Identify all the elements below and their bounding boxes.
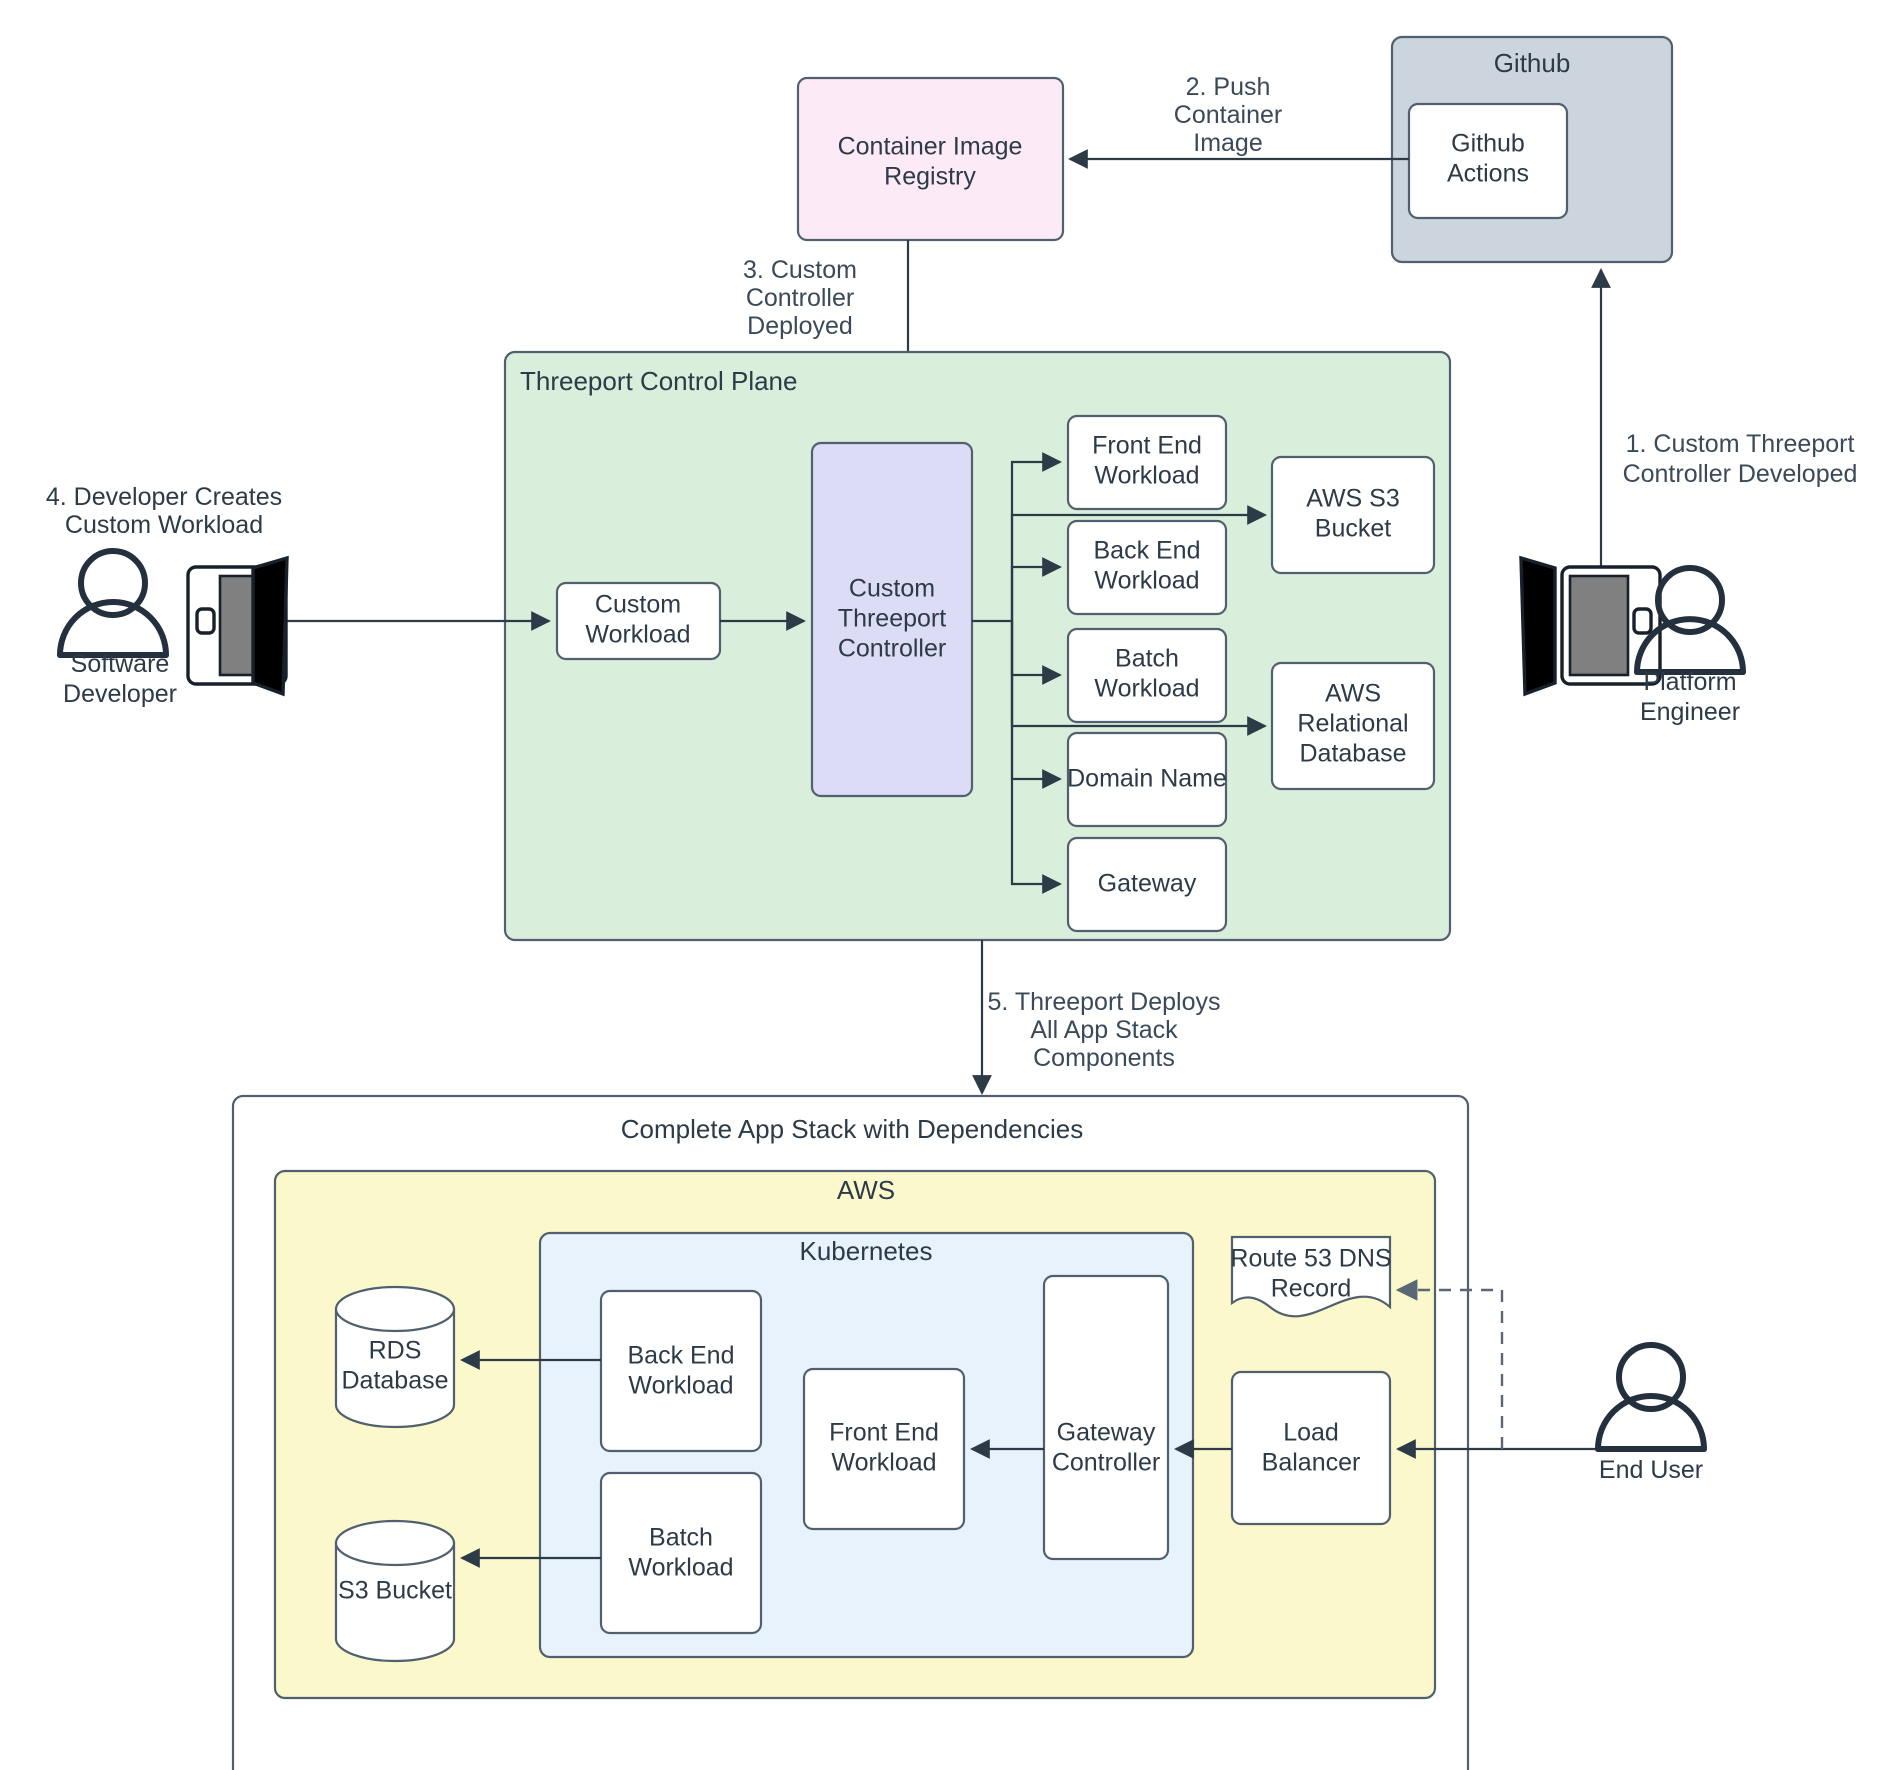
threeport-control-plane-label: Threeport Control Plane	[520, 366, 797, 396]
rds-database-cylinder-top	[334, 1285, 456, 1333]
custom-threeport-controller-node[interactable]: Custom Threeport Controller	[810, 441, 974, 798]
batch-workload-label-line2: Workload	[1094, 675, 1199, 703]
front-end-workload-node[interactable]: Front End Workload	[1066, 414, 1228, 511]
platform-engineer-actor[interactable]: Platform Engineer	[1519, 555, 1746, 726]
custom-threeport-controller-label-line3: Controller	[838, 635, 946, 663]
aws-s3-bucket-label-line2: Bucket	[1315, 515, 1391, 543]
container-image-registry-node[interactable]: Container Image Registry	[796, 76, 1065, 242]
custom-workload-label-line1: Custom	[595, 591, 681, 619]
step1-label-line2: Controller Developed	[1623, 460, 1858, 488]
platform-engineer-label-line2: Engineer	[1640, 698, 1740, 726]
step1-label-line1: 1. Custom Threeport	[1626, 430, 1855, 458]
stack-batch-workload-label-line2: Workload	[628, 1554, 733, 1582]
domain-name-node[interactable]: Domain Name	[1066, 731, 1228, 828]
person-icon	[57, 548, 169, 658]
s3-bucket-node[interactable]: S3 Bucket	[334, 1519, 456, 1663]
aws-relational-database-node[interactable]: AWS Relational Database	[1270, 661, 1436, 791]
gateway-controller-label-line1: Gateway	[1057, 1419, 1156, 1447]
github-group-label: Github	[1494, 48, 1571, 78]
aws-s3-bucket-label-line1: AWS S3	[1306, 485, 1400, 513]
custom-threeport-controller-label-line1: Custom	[849, 575, 935, 603]
rds-database-node[interactable]: RDS Database	[334, 1285, 456, 1429]
step3-label-line2: Controller	[746, 284, 854, 312]
batch-workload-label-line1: Batch	[1115, 645, 1179, 673]
stack-front-end-workload-node[interactable]: Front End Workload	[802, 1367, 966, 1531]
step4-label-line1: 4. Developer Creates	[46, 483, 282, 511]
software-developer-label-line2: Developer	[63, 680, 177, 708]
stack-front-end-workload-label-line1: Front End	[829, 1419, 939, 1447]
custom-workload-node[interactable]: Custom Workload	[555, 581, 722, 661]
github-actions-label-line2: Actions	[1447, 160, 1529, 188]
person-icon	[1595, 1342, 1707, 1452]
step2-label-line1: 2. Push	[1186, 73, 1271, 101]
stack-batch-workload-node[interactable]: Batch Workload	[599, 1471, 763, 1635]
stack-front-end-workload-label-line2: Workload	[831, 1449, 936, 1477]
custom-threeport-controller-label-line2: Threeport	[838, 605, 946, 633]
s3-bucket-cylinder-top	[334, 1519, 456, 1567]
gateway-label-line1: Gateway	[1098, 870, 1197, 898]
diagram-canvas: Github Github Actions Container Image Re…	[0, 0, 1891, 1770]
aws-relational-database-label-line3: Database	[1299, 740, 1406, 768]
route53-dns-record-label-line2: Record	[1271, 1275, 1352, 1303]
s3-bucket-label-line1: S3 Bucket	[338, 1577, 452, 1605]
step5-label-line1: 5. Threeport Deploys	[988, 988, 1221, 1016]
front-end-workload-label-line2: Workload	[1094, 462, 1199, 490]
app-stack-group-label: Complete App Stack with Dependencies	[621, 1114, 1084, 1144]
back-end-workload-label-line1: Back End	[1093, 537, 1200, 565]
load-balancer-node[interactable]: Load Balancer	[1230, 1370, 1392, 1526]
laptop-icon	[186, 555, 289, 697]
rds-database-label-line2: Database	[341, 1367, 448, 1395]
aws-group-label: AWS	[837, 1175, 895, 1205]
step2-label-line3: Image	[1193, 129, 1262, 157]
route53-dns-record-label-line1: Route 53 DNS	[1230, 1245, 1391, 1273]
step5-label-line2: All App Stack	[1030, 1016, 1178, 1044]
gateway-controller-node[interactable]: Gateway Controller	[1042, 1274, 1170, 1561]
domain-name-label-line1: Domain Name	[1067, 765, 1227, 793]
end-user-actor[interactable]: End User	[1595, 1342, 1707, 1484]
step5-label-line3: Components	[1033, 1044, 1175, 1072]
kubernetes-group-label: Kubernetes	[800, 1236, 933, 1266]
platform-engineer-label-line1: Platform	[1643, 668, 1736, 696]
stack-back-end-workload-node[interactable]: Back End Workload	[599, 1289, 763, 1453]
container-image-registry-label-line1: Container Image	[838, 133, 1023, 161]
architecture-diagram: Github Github Actions Container Image Re…	[46, 35, 1858, 1770]
custom-workload-label-line2: Workload	[585, 621, 690, 649]
software-developer-label-line1: Software	[71, 650, 170, 678]
stack-back-end-workload-label-line2: Workload	[628, 1372, 733, 1400]
gateway-controller-box[interactable]	[1042, 1274, 1170, 1561]
group-github: Github Github Actions	[1390, 35, 1674, 264]
software-developer-actor[interactable]: 4. Developer Creates Custom Workload Sof…	[46, 483, 289, 708]
front-end-workload-label-line1: Front End	[1092, 432, 1202, 460]
stack-batch-workload-label-line1: Batch	[649, 1524, 713, 1552]
aws-relational-database-label-line2: Relational	[1297, 710, 1408, 738]
end-user-label-line1: End User	[1599, 1456, 1703, 1484]
step3-label-line1: 3. Custom	[743, 256, 857, 284]
step2-label-line2: Container	[1174, 101, 1282, 129]
gateway-controller-label-line2: Controller	[1052, 1449, 1160, 1477]
step4-label-line2: Custom Workload	[65, 511, 263, 539]
github-actions-label-line1: Github	[1451, 130, 1525, 158]
back-end-workload-node[interactable]: Back End Workload	[1066, 519, 1228, 616]
container-image-registry-label-line2: Registry	[884, 163, 976, 191]
gateway-node[interactable]: Gateway	[1066, 836, 1228, 933]
rds-database-label-line1: RDS	[369, 1337, 422, 1365]
aws-s3-bucket-node[interactable]: AWS S3 Bucket	[1270, 455, 1436, 575]
back-end-workload-label-line2: Workload	[1094, 567, 1199, 595]
stack-back-end-workload-label-line1: Back End	[627, 1342, 734, 1370]
batch-workload-node[interactable]: Batch Workload	[1066, 627, 1228, 724]
aws-relational-database-label-line1: AWS	[1325, 680, 1381, 708]
step3-label-line3: Deployed	[747, 312, 853, 340]
load-balancer-label-line2: Balancer	[1262, 1449, 1361, 1477]
load-balancer-label-line1: Load	[1283, 1419, 1339, 1447]
